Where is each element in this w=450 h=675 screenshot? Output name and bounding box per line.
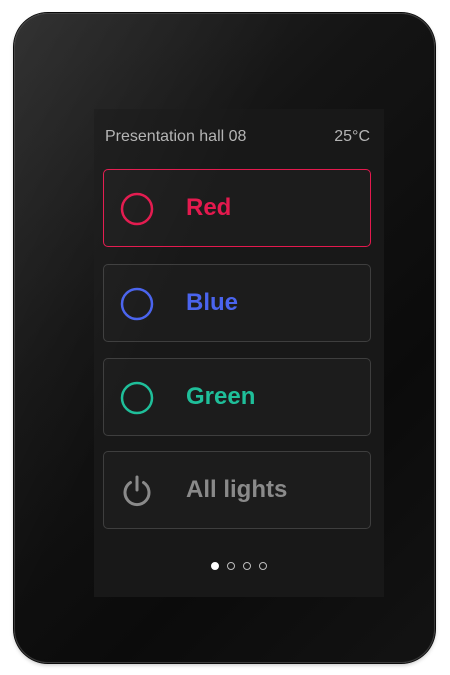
red-scene-button[interactable]: Red [103, 169, 371, 247]
room-name: Presentation hall 08 [105, 128, 247, 145]
button-label: All lights [186, 476, 288, 503]
page-dot-2[interactable] [227, 562, 235, 570]
touch-panel-device: Presentation hall 08 25°C Red Blue Green [14, 13, 435, 663]
all-lights-button[interactable]: All lights [103, 451, 371, 529]
circle-icon [120, 192, 154, 226]
page-dot-4[interactable] [259, 562, 267, 570]
green-scene-button[interactable]: Green [103, 358, 371, 436]
page-indicator [94, 562, 384, 570]
button-label: Blue [186, 289, 239, 316]
blue-scene-button[interactable]: Blue [103, 264, 371, 342]
page-dot-1[interactable] [211, 562, 219, 570]
button-label: Red [186, 194, 232, 221]
circle-icon [120, 381, 154, 415]
circle-icon [120, 287, 154, 321]
page-dot-3[interactable] [243, 562, 251, 570]
status-bar: Presentation hall 08 25°C [105, 126, 370, 148]
temperature-readout: 25°C [334, 128, 370, 145]
button-label: Green [186, 383, 256, 410]
power-icon [123, 475, 151, 507]
panel-screen: Presentation hall 08 25°C Red Blue Green [94, 109, 384, 597]
